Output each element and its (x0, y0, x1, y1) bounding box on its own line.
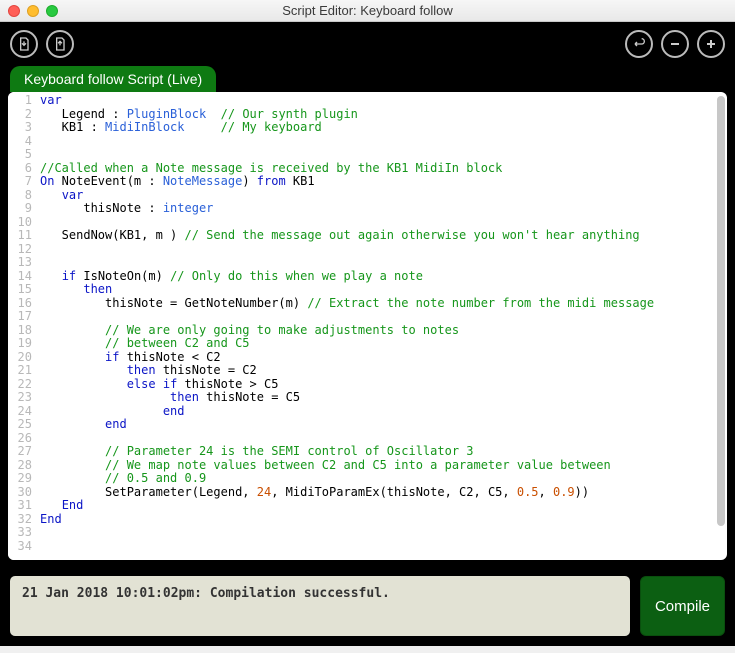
plus-icon (703, 36, 719, 52)
file-export-icon (52, 36, 68, 52)
remove-button[interactable] (661, 30, 689, 58)
import-script-button[interactable] (10, 30, 38, 58)
window-controls (0, 5, 58, 17)
titlebar: Script Editor: Keyboard follow (0, 0, 735, 22)
minus-icon (667, 36, 683, 52)
code-area[interactable]: var Legend : PluginBlock // Our synth pl… (36, 92, 727, 560)
code-editor[interactable]: 1234567891011121314151617181920212223242… (8, 92, 727, 560)
scrollbar-track[interactable] (717, 96, 725, 550)
add-button[interactable] (697, 30, 725, 58)
tab-bar: Keyboard follow Script (Live) (0, 66, 735, 92)
status-message: 21 Jan 2018 10:01:02pm: Compilation succ… (10, 576, 630, 636)
close-window-button[interactable] (8, 5, 20, 17)
line-number-gutter: 1234567891011121314151617181920212223242… (8, 92, 36, 560)
tab-script[interactable]: Keyboard follow Script (Live) (10, 66, 216, 92)
run-step-button[interactable] (625, 30, 653, 58)
file-import-icon (16, 36, 32, 52)
toolbar (0, 22, 735, 66)
zoom-window-button[interactable] (46, 5, 58, 17)
scrollbar-thumb[interactable] (717, 96, 725, 526)
minimize-window-button[interactable] (27, 5, 39, 17)
export-script-button[interactable] (46, 30, 74, 58)
arrow-return-icon (631, 36, 647, 52)
window-title: Script Editor: Keyboard follow (0, 3, 735, 18)
compile-button[interactable]: Compile (640, 576, 725, 636)
status-bar: 21 Jan 2018 10:01:02pm: Compilation succ… (0, 568, 735, 646)
